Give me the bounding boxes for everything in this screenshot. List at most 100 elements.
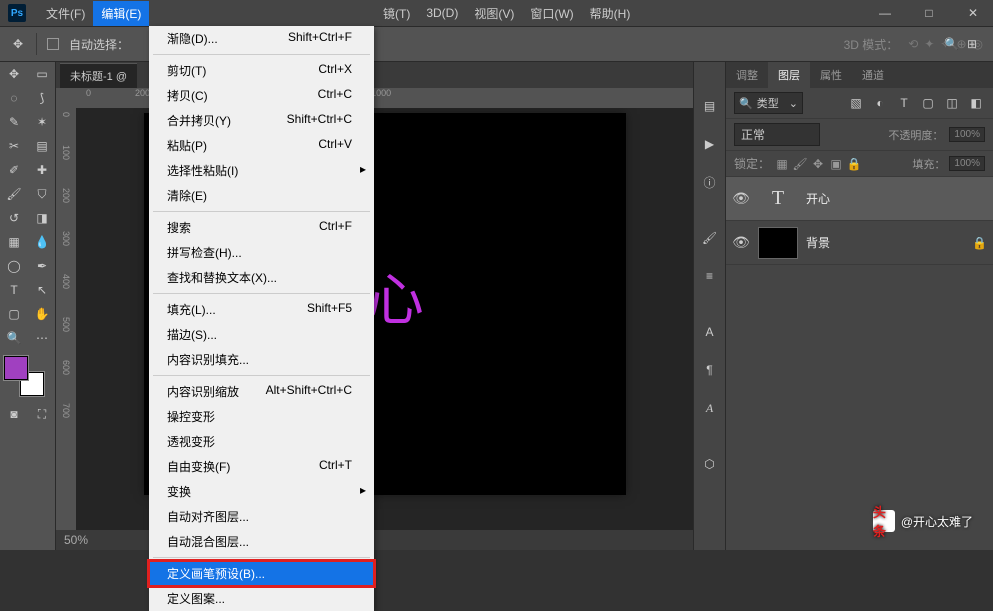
- lasso-tool[interactable]: ⟆: [28, 86, 56, 110]
- artboard-tool[interactable]: ▭: [28, 62, 56, 86]
- menu-item[interactable]: 定义画笔预设(B)...: [149, 561, 374, 586]
- gradient-tool[interactable]: ▦: [0, 230, 28, 254]
- menu-item[interactable]: 自动对齐图层...: [149, 504, 374, 529]
- visibility-toggle[interactable]: 👁: [732, 234, 750, 251]
- menu-help[interactable]: 帮助(H): [582, 1, 639, 26]
- type-filter[interactable]: 🔍 类型 ⌄: [734, 92, 803, 114]
- autoselect-checkbox[interactable]: [47, 38, 59, 50]
- quickmask-tool[interactable]: ◙: [0, 402, 28, 426]
- blur-tool[interactable]: 💧: [28, 230, 56, 254]
- lock-all-icon[interactable]: 🔒: [846, 156, 862, 172]
- menu-item[interactable]: 选择性粘贴(I): [149, 158, 374, 183]
- screenmode-tool[interactable]: ⛶: [28, 402, 56, 426]
- menu-window[interactable]: 窗口(W): [522, 1, 581, 26]
- menu-item[interactable]: 操控变形: [149, 404, 374, 429]
- menu-item[interactable]: 透视变形: [149, 429, 374, 454]
- layer-name[interactable]: 开心: [806, 190, 987, 207]
- blend-mode-select[interactable]: 正常: [734, 123, 820, 146]
- menu-3d[interactable]: 3D(D): [418, 2, 466, 24]
- stamp-tool[interactable]: ⛉: [28, 182, 56, 206]
- pen-tool[interactable]: ✒: [28, 254, 56, 278]
- menu-item[interactable]: 自动混合图层...: [149, 529, 374, 554]
- layer-thumb: [758, 227, 798, 259]
- menu-item[interactable]: 剪切(T)Ctrl+X: [149, 58, 374, 83]
- lock-transparency-icon[interactable]: ▦: [774, 156, 790, 172]
- menu-item[interactable]: 填充(L)...Shift+F5: [149, 297, 374, 322]
- dodge-tool[interactable]: ◯: [0, 254, 28, 278]
- hand-tool[interactable]: ✋: [28, 302, 56, 326]
- healing-tool[interactable]: ✚: [28, 158, 56, 182]
- menu-item[interactable]: 粘贴(P)Ctrl+V: [149, 133, 374, 158]
- foreground-swatch[interactable]: [4, 356, 28, 380]
- filter-type-icon[interactable]: T: [895, 94, 913, 112]
- move-tool[interactable]: ✥: [0, 62, 28, 86]
- filter-smart-icon[interactable]: ◫: [943, 94, 961, 112]
- visibility-toggle[interactable]: 👁: [732, 190, 750, 207]
- brush-tool[interactable]: 🖌: [0, 182, 28, 206]
- marquee-tool[interactable]: ◌: [0, 86, 28, 110]
- color-swatches[interactable]: [4, 356, 44, 396]
- dock-character-icon[interactable]: A: [696, 316, 724, 348]
- type-tool[interactable]: T: [0, 278, 28, 302]
- dock-info-icon[interactable]: ⓘ: [696, 166, 724, 198]
- zoom-level[interactable]: 50%: [64, 533, 88, 547]
- menu-item[interactable]: 拷贝(C)Ctrl+C: [149, 83, 374, 108]
- dock-brushes-icon[interactable]: 🖌: [696, 222, 724, 254]
- filter-toggle-icon[interactable]: ◧: [967, 94, 985, 112]
- layer-text[interactable]: 👁 T 开心: [726, 177, 993, 221]
- quick-select-tool[interactable]: ✎: [0, 110, 28, 134]
- dock-swatches-icon[interactable]: ≡: [696, 260, 724, 292]
- menu-item[interactable]: 内容识别填充...: [149, 347, 374, 372]
- menu-item[interactable]: 描边(S)...: [149, 322, 374, 347]
- menu-item[interactable]: 定义图案...: [149, 586, 374, 611]
- menu-filter[interactable]: 镜(T): [375, 1, 418, 26]
- opacity-value[interactable]: 100%: [949, 127, 985, 142]
- history-brush-tool[interactable]: ↺: [0, 206, 28, 230]
- search-icon[interactable]: 🔍: [944, 37, 959, 51]
- lock-artboard-icon[interactable]: ▣: [828, 156, 844, 172]
- layer-background[interactable]: 👁 背景 🔒: [726, 221, 993, 265]
- menu-item[interactable]: 自由变换(F)Ctrl+T: [149, 454, 374, 479]
- dock-3d-icon[interactable]: ⬡: [696, 448, 724, 480]
- lock-pixels-icon[interactable]: 🖌: [792, 156, 808, 172]
- tab-adjustments[interactable]: 调整: [726, 62, 768, 88]
- path-select-tool[interactable]: ↖: [28, 278, 56, 302]
- tab-properties[interactable]: 属性: [810, 62, 852, 88]
- menu-item[interactable]: 查找和替换文本(X)...: [149, 265, 374, 290]
- tab-channels[interactable]: 通道: [852, 62, 894, 88]
- dock-properties-icon[interactable]: ▤: [696, 90, 724, 122]
- frame-tool[interactable]: ▤: [28, 134, 56, 158]
- filter-shape-icon[interactable]: ▢: [919, 94, 937, 112]
- lock-position-icon[interactable]: ✥: [810, 156, 826, 172]
- crop-tool[interactable]: ✂: [0, 134, 28, 158]
- dock-glyphs-icon[interactable]: A: [696, 392, 724, 424]
- filter-adjust-icon[interactable]: ◐: [871, 94, 889, 112]
- eyedropper-tool[interactable]: ✐: [0, 158, 28, 182]
- menu-item[interactable]: 搜索Ctrl+F: [149, 215, 374, 240]
- menu-view[interactable]: 视图(V): [466, 1, 522, 26]
- menu-item[interactable]: 清除(E): [149, 183, 374, 208]
- dock-history-icon[interactable]: ▶: [696, 128, 724, 160]
- magic-wand-tool[interactable]: ✶: [28, 110, 56, 134]
- menu-item[interactable]: 渐隐(D)...Shift+Ctrl+F: [149, 26, 374, 51]
- menu-item[interactable]: 拼写检查(H)...: [149, 240, 374, 265]
- rectangle-tool[interactable]: ▢: [0, 302, 28, 326]
- document-tab[interactable]: 未标题-1 @: [60, 63, 137, 88]
- tab-layers[interactable]: 图层: [768, 62, 810, 88]
- eraser-tool[interactable]: ◨: [28, 206, 56, 230]
- dock-paragraph-icon[interactable]: ¶: [696, 354, 724, 386]
- menu-item[interactable]: 合并拷贝(Y)Shift+Ctrl+C: [149, 108, 374, 133]
- zoom-tool[interactable]: 🔍: [0, 326, 28, 350]
- edit-toolbar[interactable]: ⋯: [28, 326, 56, 350]
- menu-edit[interactable]: 编辑(E): [93, 1, 149, 26]
- layer-name[interactable]: 背景: [806, 234, 964, 251]
- filter-pixel-icon[interactable]: ▧: [847, 94, 865, 112]
- menu-file[interactable]: 文件(F): [38, 1, 93, 26]
- workspace-icon[interactable]: ⊞: [967, 37, 977, 51]
- menu-item[interactable]: 内容识别缩放Alt+Shift+Ctrl+C: [149, 379, 374, 404]
- close-button[interactable]: ✕: [961, 6, 985, 20]
- menu-item[interactable]: 变换: [149, 479, 374, 504]
- restore-button[interactable]: □: [917, 6, 941, 20]
- fill-value[interactable]: 100%: [949, 156, 985, 171]
- minimize-button[interactable]: —: [873, 6, 897, 20]
